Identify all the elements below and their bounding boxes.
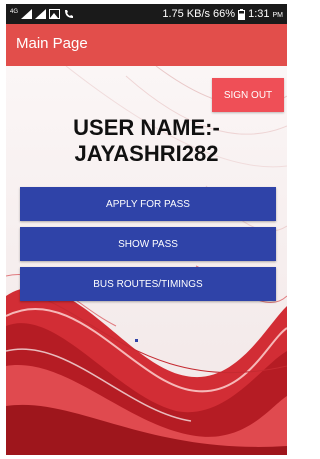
app-bar: Main Page [6, 24, 287, 66]
clock-time: 1:31 [248, 8, 270, 20]
username-label: USER NAME:- [73, 115, 220, 140]
battery-icon [238, 8, 246, 20]
signal-icon [35, 9, 47, 19]
show-pass-button[interactable]: SHOW PASS [20, 227, 276, 261]
loading-indicator-dot [135, 339, 138, 342]
phone-icon [65, 10, 74, 18]
data-speed: 1.75 KB/s [162, 8, 211, 20]
username-value: JAYASHRI282 [74, 141, 219, 166]
sign-out-button[interactable]: SIGN OUT [212, 78, 284, 112]
username-display: USER NAME:- JAYASHRI282 [16, 115, 277, 167]
network-type: 4G [10, 9, 19, 15]
status-left: 4G [10, 7, 74, 21]
page-title: Main Page [16, 35, 88, 52]
image-icon [49, 9, 61, 19]
bus-routes-timings-button[interactable]: BUS ROUTES/TIMINGS [20, 267, 276, 301]
clock-ampm: PM [272, 12, 284, 19]
battery-percent: 66% [213, 8, 236, 20]
apply-for-pass-button[interactable]: APPLY FOR PASS [20, 187, 276, 221]
status-right: 1.75 KB/s 66% 1:31 PM [162, 7, 283, 21]
phone-screen: 4G 1.75 KB/s 66% 1:31 PM Main Page SIGN … [6, 4, 287, 455]
signal-icon [21, 9, 33, 19]
status-bar: 4G 1.75 KB/s 66% 1:31 PM [6, 4, 287, 24]
